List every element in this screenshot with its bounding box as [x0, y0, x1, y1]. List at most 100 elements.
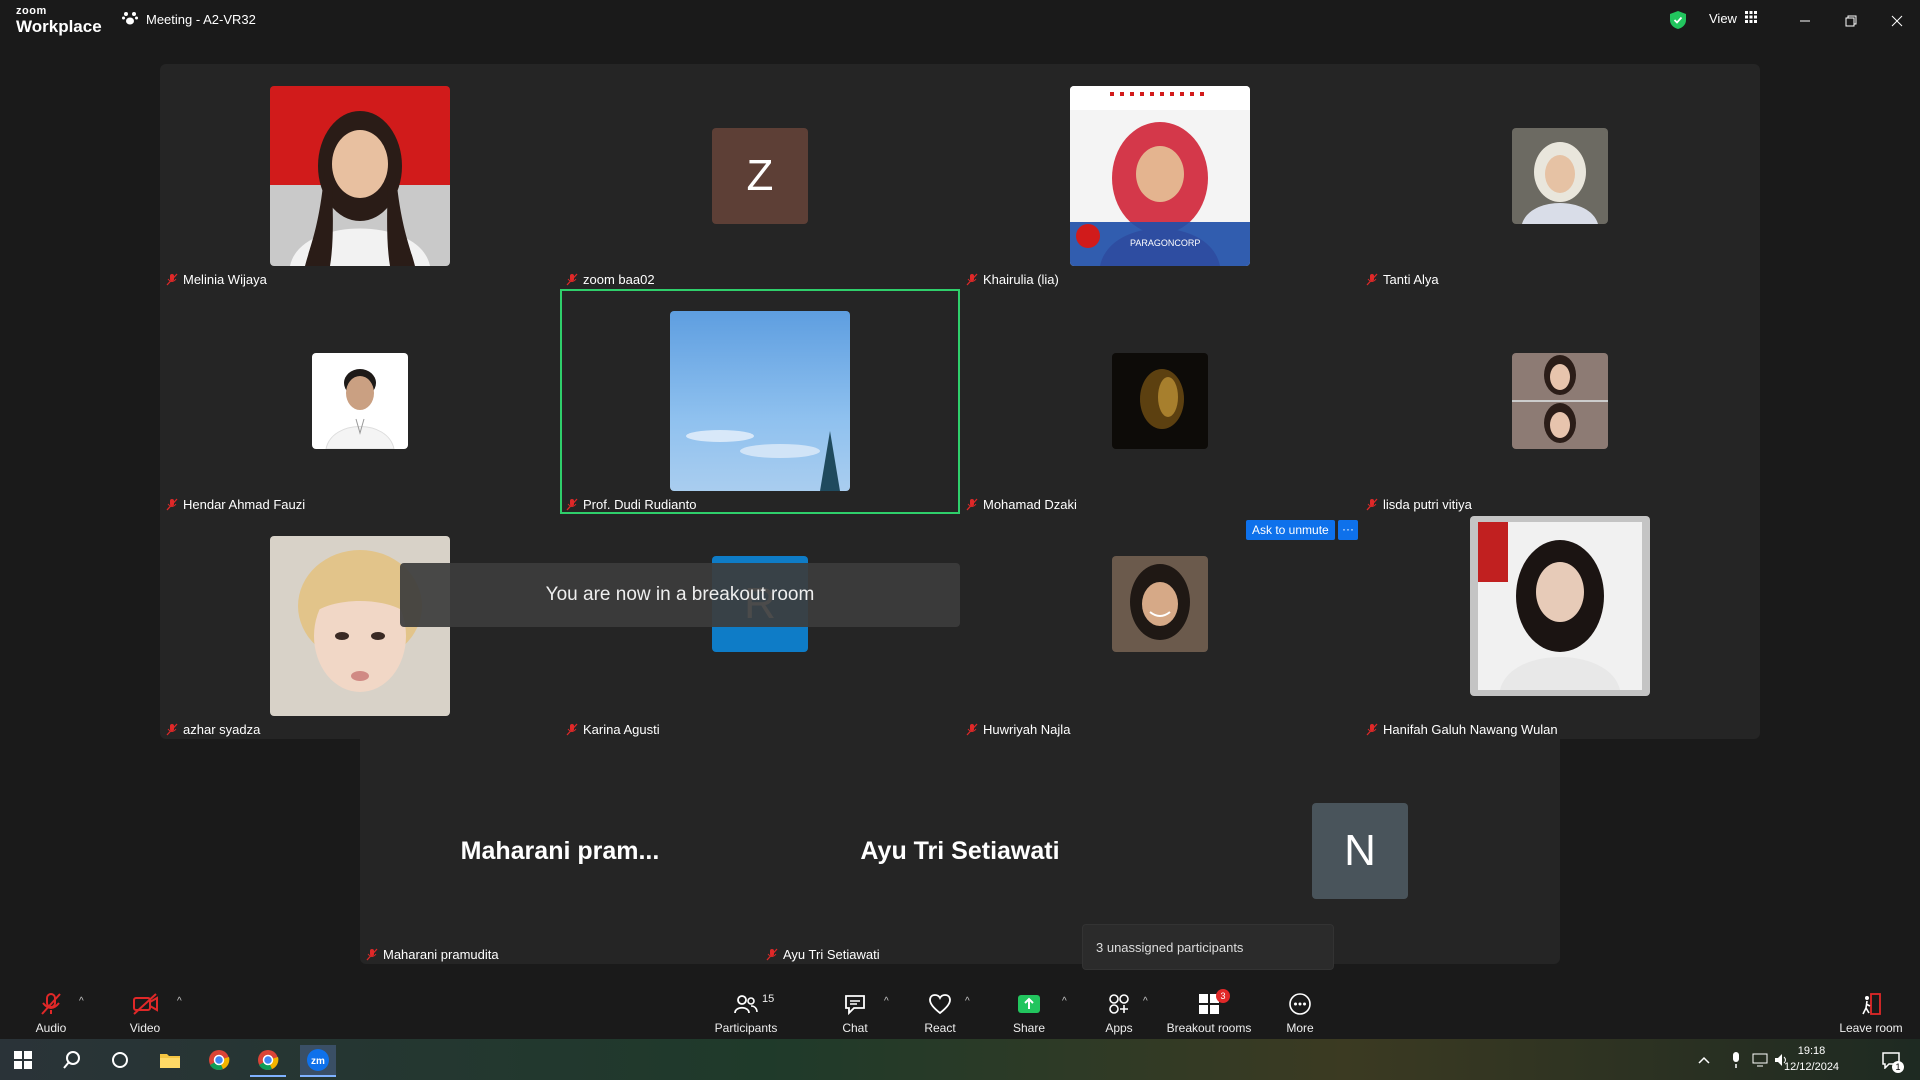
- share-label: Share: [1012, 1021, 1046, 1035]
- mic-muted-icon: [1366, 723, 1378, 736]
- participants-button[interactable]: Participants: [710, 981, 782, 1039]
- mic-muted-icon: [1366, 273, 1378, 286]
- unassigned-participants-popup[interactable]: 3 unassigned participants: [1082, 924, 1334, 970]
- active-speaker-tile[interactable]: Prof. Dudi Rudianto: [560, 289, 960, 514]
- participant-name: Prof. Dudi Rudianto: [583, 497, 697, 512]
- meeting-title: Meeting - A2-VR32: [122, 11, 256, 28]
- react-options-chevron-icon[interactable]: ^: [965, 996, 970, 1007]
- mic-muted-icon: [166, 498, 178, 511]
- svg-text:PARAGONCORP: PARAGONCORP: [1130, 238, 1200, 248]
- video-button[interactable]: Video: [120, 981, 170, 1039]
- encryption-shield-icon[interactable]: [1670, 11, 1686, 34]
- logo-bottom-text: Workplace: [16, 17, 102, 36]
- notification-center-button[interactable]: 1: [1876, 1045, 1906, 1075]
- svg-text:zm: zm: [311, 1056, 325, 1067]
- restore-icon: [1845, 15, 1857, 27]
- chat-options-chevron-icon[interactable]: ^: [884, 996, 889, 1007]
- video-tile[interactable]: Hendar Ahmad Fauzi: [160, 289, 560, 514]
- react-button[interactable]: React: [917, 981, 963, 1039]
- tray-expand-chevron-icon[interactable]: [1694, 1045, 1714, 1075]
- breakout-notification-toast: You are now in a breakout room: [400, 563, 960, 627]
- video-tile[interactable]: Huwriyah Najla: [960, 514, 1360, 739]
- participant-name-label: Khairulia (lia): [966, 272, 1059, 287]
- mic-muted-icon: [1366, 498, 1378, 511]
- restore-button[interactable]: [1836, 7, 1866, 35]
- chrome-profile-button[interactable]: [250, 1045, 286, 1077]
- mic-muted-icon: [566, 273, 578, 286]
- notification-count-badge: 1: [1892, 1061, 1904, 1073]
- participants-label: Participants: [714, 1021, 778, 1035]
- mic-muted-icon: [366, 948, 378, 961]
- video-tile[interactable]: Z zoom baa02: [560, 64, 960, 289]
- video-tile[interactable]: PARAGONCORP Khairulia (lia): [960, 64, 1360, 289]
- participant-name: Hendar Ahmad Fauzi: [183, 497, 306, 512]
- windows-start-button[interactable]: [5, 1045, 41, 1075]
- clock-date: 12/12/2024: [1784, 1061, 1840, 1073]
- breakout-rooms-label: Breakout rooms: [1166, 1021, 1252, 1035]
- close-window-button[interactable]: [1882, 7, 1912, 35]
- chat-button[interactable]: Chat: [832, 981, 878, 1039]
- chat-icon: [845, 995, 865, 1016]
- zoom-app-icon: zm: [307, 1049, 329, 1071]
- react-label: React: [924, 1021, 956, 1035]
- participant-avatar-letter: N: [1312, 803, 1408, 899]
- view-button[interactable]: View: [1709, 11, 1757, 26]
- tile-more-options-button[interactable]: ···: [1338, 520, 1358, 540]
- video-tile[interactable]: Hanifah Galuh Nawang Wulan: [1360, 514, 1760, 739]
- participant-name-label: lisda putri vitiya: [1366, 497, 1472, 512]
- share-options-chevron-icon[interactable]: ^: [1062, 996, 1067, 1007]
- taskbar-clock[interactable]: 19:18 12/12/2024: [1784, 1043, 1839, 1075]
- zoom-taskbar-button[interactable]: zm: [300, 1045, 336, 1077]
- video-tile[interactable]: lisda putri vitiya: [1360, 289, 1760, 514]
- file-explorer-button[interactable]: [152, 1045, 188, 1075]
- participant-name: lisda putri vitiya: [1383, 497, 1472, 512]
- participant-photo: [1512, 128, 1608, 224]
- audio-label: Audio: [35, 1021, 67, 1035]
- share-button[interactable]: Share: [1006, 981, 1052, 1039]
- audio-button[interactable]: Audio: [26, 981, 76, 1039]
- mic-muted-icon: [966, 498, 978, 511]
- participant-name-label: Hendar Ahmad Fauzi: [166, 497, 305, 512]
- meeting-controls: Audio ^ Video ^ Participants 15 Chat ^ R…: [0, 981, 1920, 1039]
- more-button[interactable]: More: [1278, 981, 1322, 1039]
- meeting-title-text: Meeting - A2-VR32: [146, 12, 256, 27]
- chrome-icon: [209, 1050, 230, 1070]
- participant-name: Mohamad Dzaki: [983, 497, 1077, 512]
- participant-name-label: azhar syadza: [166, 722, 260, 737]
- mic-muted-icon: [966, 273, 978, 286]
- video-tile[interactable]: Maharani pram... Maharani pramudita: [360, 739, 760, 964]
- close-icon: [1891, 15, 1903, 27]
- video-tile[interactable]: Tanti Alya: [1360, 64, 1760, 289]
- leave-door-icon: [1862, 993, 1881, 1015]
- participant-photo: [1112, 556, 1208, 652]
- cortana-circle-icon: [112, 1052, 128, 1068]
- participant-name: Karina Agusti: [583, 722, 660, 737]
- video-options-chevron-icon[interactable]: ^: [177, 996, 182, 1007]
- chrome-button[interactable]: [201, 1045, 237, 1075]
- participant-photo: [1112, 353, 1208, 449]
- tray-mic-icon[interactable]: [1726, 1045, 1746, 1075]
- participant-name-label: Tanti Alya: [1366, 272, 1439, 287]
- participant-avatar-letter: Z: [712, 128, 808, 224]
- tray-network-icon[interactable]: [1750, 1045, 1770, 1075]
- grid-icon: [1744, 11, 1757, 26]
- ask-to-unmute-button[interactable]: Ask to unmute: [1246, 520, 1335, 540]
- leave-room-button[interactable]: Leave room: [1836, 981, 1906, 1039]
- video-tile[interactable]: Mohamad Dzaki: [960, 289, 1360, 514]
- apps-button[interactable]: Apps: [1096, 981, 1142, 1039]
- share-screen-icon: [1018, 995, 1040, 1013]
- audio-options-chevron-icon[interactable]: ^: [79, 996, 84, 1007]
- taskbar-search-button[interactable]: [54, 1045, 90, 1075]
- mic-muted-icon: [966, 723, 978, 736]
- video-tile[interactable]: Melinia Wijaya: [160, 64, 560, 289]
- task-view-button[interactable]: [102, 1045, 138, 1075]
- apps-options-chevron-icon[interactable]: ^: [1143, 996, 1148, 1007]
- apps-label: Apps: [1105, 1021, 1133, 1035]
- participant-display-name: Ayu Tri Setiawati: [860, 837, 1060, 865]
- breakout-rooms-button[interactable]: Breakout rooms: [1163, 981, 1255, 1039]
- more-icon: [1289, 993, 1311, 1015]
- video-off-icon: [133, 993, 158, 1015]
- search-icon: [63, 1051, 80, 1069]
- video-label: Video: [129, 1021, 161, 1035]
- minimize-button[interactable]: [1790, 7, 1820, 35]
